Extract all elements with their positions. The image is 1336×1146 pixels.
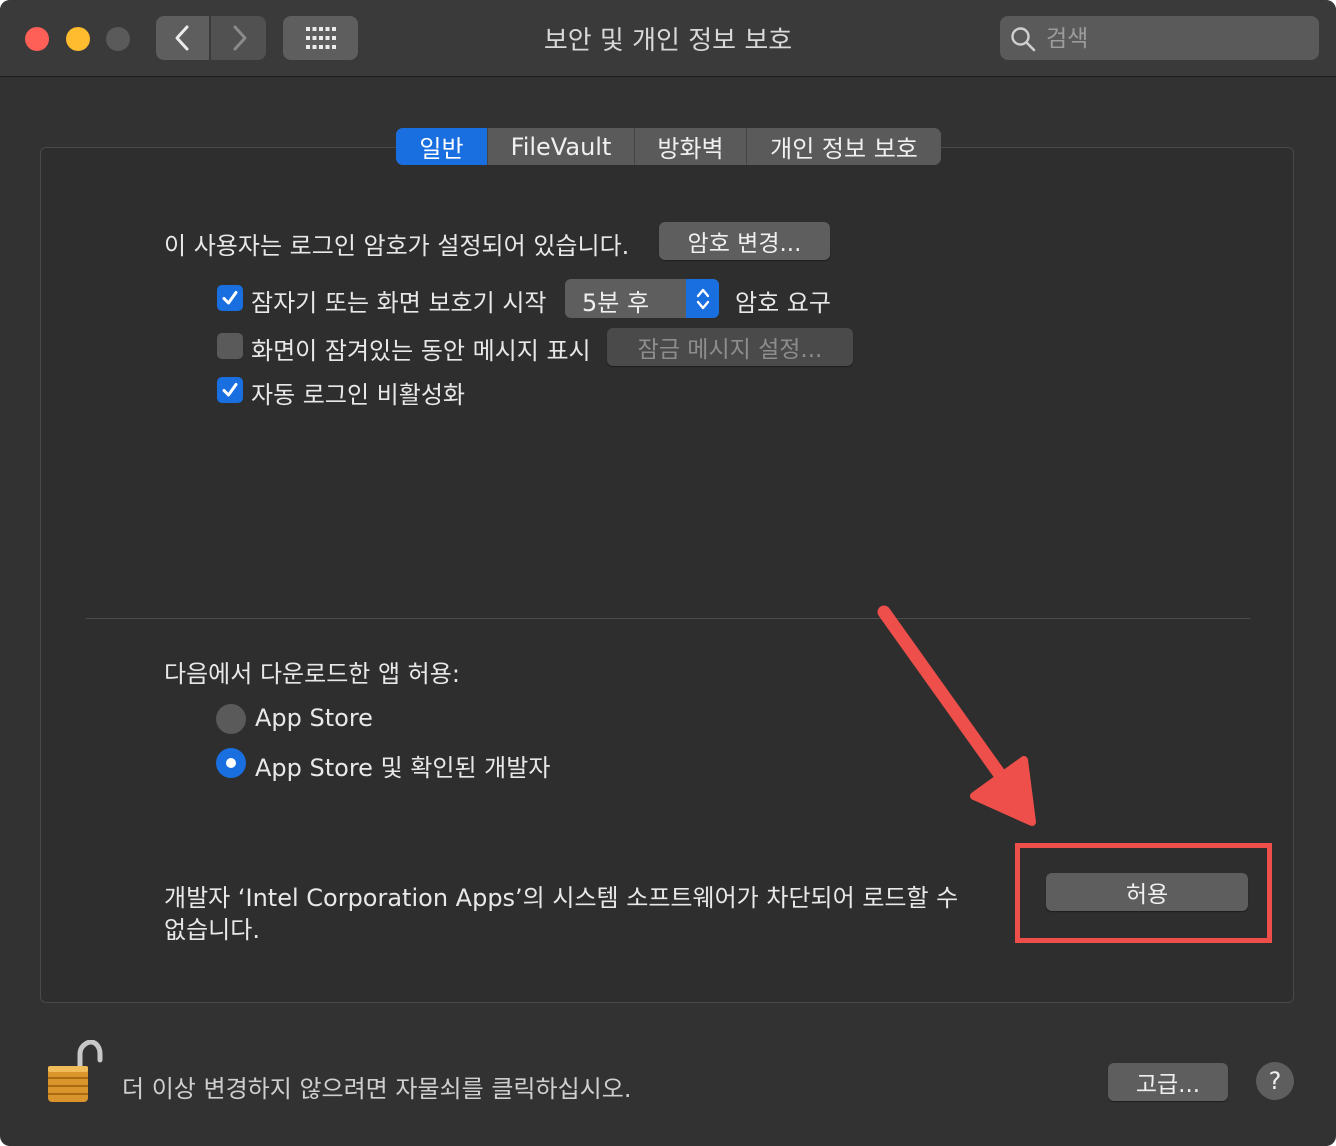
help-button[interactable]: ?	[1256, 1062, 1294, 1100]
preferences-window: 보안 및 개인 정보 보호 일반 FileVault 방화벽 개인 정보 보호 …	[0, 0, 1336, 1146]
lock-icon[interactable]	[42, 1040, 106, 1106]
advanced-button[interactable]: 고급...	[1108, 1063, 1228, 1101]
lock-status-text: 더 이상 변경하지 않으려면 자물쇠를 클릭하십시오.	[122, 1075, 632, 1103]
annotation-arrow-icon	[877, 605, 1036, 826]
